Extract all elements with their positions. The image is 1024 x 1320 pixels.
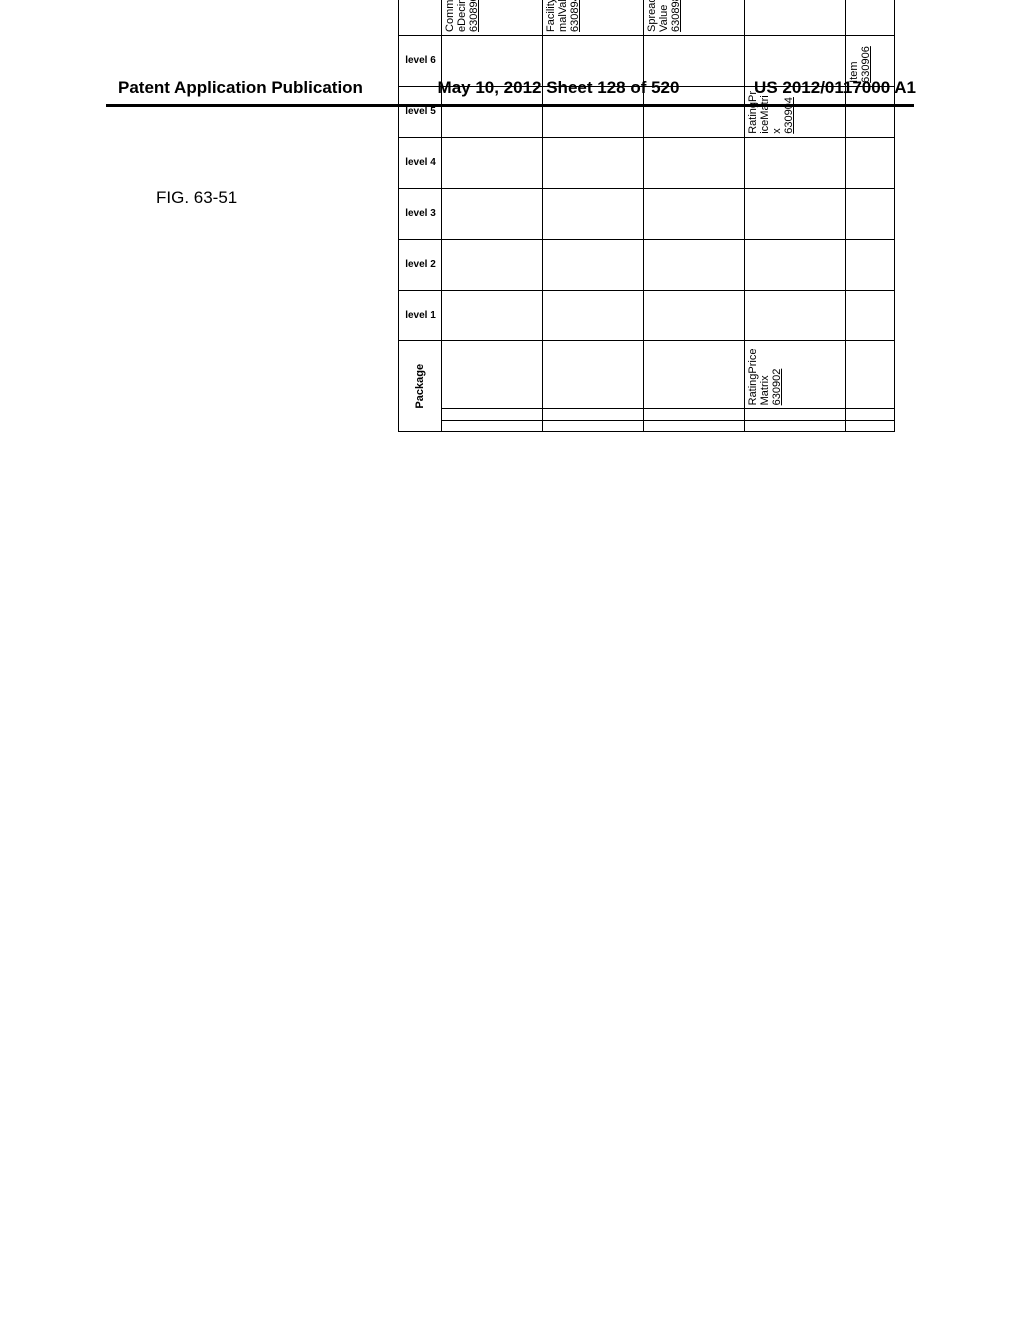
entity-ref: 630894 (569, 0, 581, 32)
entity-name: RatingPriceMatrix (747, 90, 783, 134)
entity-name: FacilityFeeDecimalValue (545, 0, 569, 32)
col-level-6: level 6 (399, 35, 442, 86)
table-header-row: Package level 1 level 2 level 3 level 4 … (399, 0, 442, 432)
figure-label: FIG. 63-51 (156, 188, 237, 208)
table-row: FacilityFeeDecimalValue 630894 DecimalVa… (543, 0, 644, 432)
table-row: SpreadDecimalValue 630898 DecimalValue 6… (644, 0, 745, 432)
entity-ref: 630906 (860, 39, 872, 83)
entity-ref: 630898 (670, 0, 682, 32)
entity-name: RatingPriceMatrix (747, 344, 771, 405)
entity-ref: 630902 (771, 344, 783, 405)
col-level-4: level 4 (399, 137, 442, 188)
header-left: Patent Application Publication (118, 78, 363, 98)
col-level-5: level 5 (399, 86, 442, 137)
cell-package: RatingPriceMatrix 630902 (745, 341, 846, 409)
col-level-2: level 2 (399, 239, 442, 290)
cell-level-6: Item 630906 (846, 35, 895, 86)
entity-name: CommitmentFeeDecimalValue (444, 0, 468, 32)
entity-ref: 630904 (783, 90, 795, 134)
col-package: Package (399, 341, 442, 432)
cell-level-7: FacilityFeeDecimalValue 630894 (543, 0, 644, 35)
cell-level-7: CommitmentFeeDecimalValue 630890 (442, 0, 543, 35)
table-row: RatingPriceMatrix 630902 RatingPriceMatr… (745, 0, 846, 432)
col-level-1: level 1 (399, 290, 442, 341)
entity-name: SpreadDecimalValue (646, 0, 670, 32)
data-table: Package level 1 level 2 level 3 level 4 … (398, 0, 895, 432)
col-level-3: level 3 (399, 188, 442, 239)
col-level-7: level 7 (399, 0, 442, 35)
entity-name: Item (848, 39, 860, 83)
figure-stage: Package level 1 level 2 level 3 level 4 … (398, 0, 895, 432)
entity-ref: 630890 (468, 0, 480, 32)
cell-level-7: SpreadDecimalValue 630898 (644, 0, 745, 35)
table-row: CommitmentFeeDecimalValue 630890 Decimal… (442, 0, 543, 432)
cell-level-5: RatingPriceMatrix 630904 (745, 86, 846, 137)
table-row: Item 630906 (846, 0, 895, 432)
